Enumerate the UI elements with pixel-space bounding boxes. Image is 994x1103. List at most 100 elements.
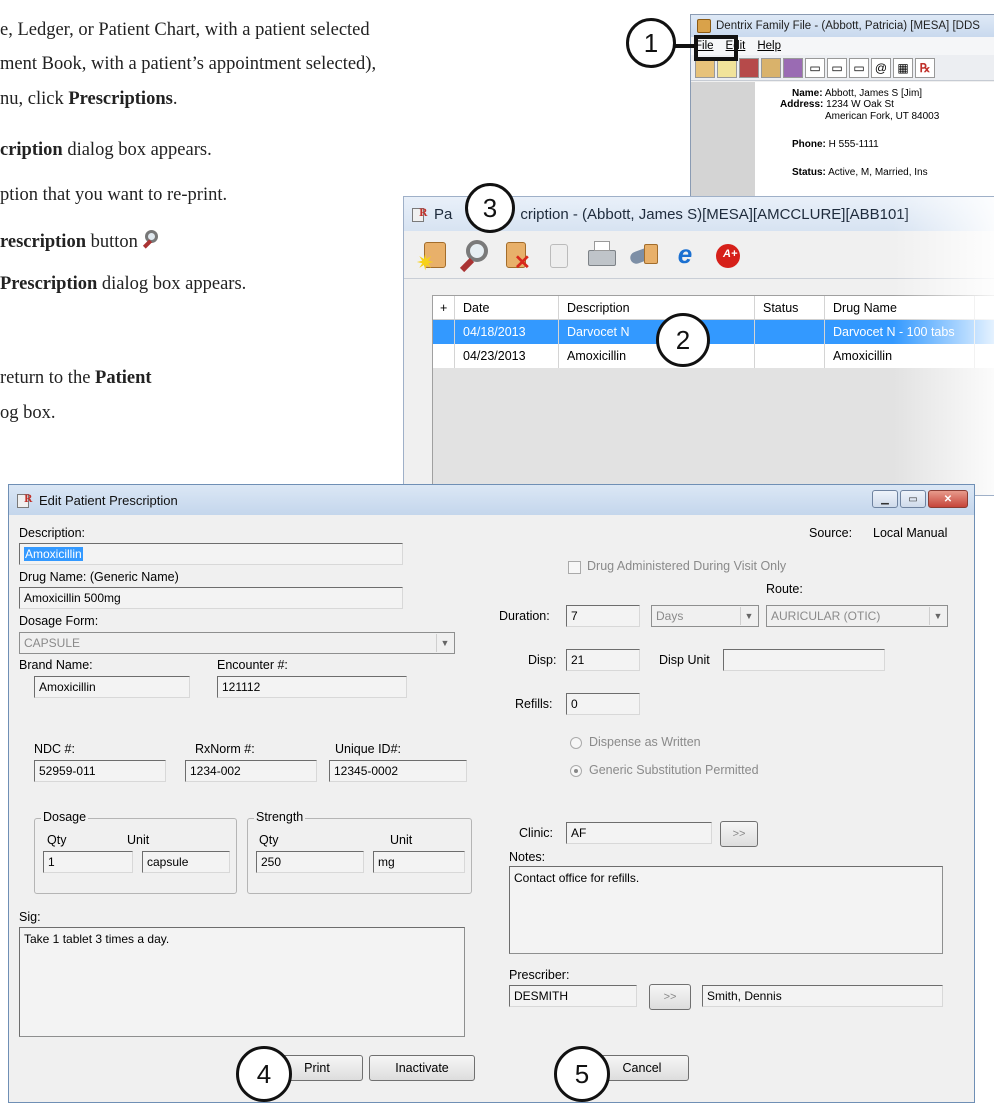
callout-5: 5 <box>554 1046 610 1102</box>
dosage-form-label: Dosage Form: <box>19 614 99 628</box>
prescription-icon <box>17 492 33 508</box>
duration-field[interactable]: 7 <box>566 605 640 627</box>
table-row[interactable]: 04/18/2013 Darvocet N Darvocet N - 100 t… <box>433 320 994 344</box>
instruction-line: rescription button <box>0 230 163 253</box>
prescription-grid: + Date Description Status Drug Name 04/1… <box>432 295 994 495</box>
strength-qty-label: Qty <box>259 833 279 847</box>
family-list-panel <box>691 82 755 213</box>
printer-icon[interactable] <box>586 238 616 272</box>
clinic-browse-button[interactable]: >> <box>720 821 758 847</box>
search-icon[interactable] <box>628 238 658 272</box>
dosage-qty-label: Qty <box>47 833 67 847</box>
status-column-header[interactable]: Status <box>755 296 825 319</box>
instruction-line: ment Book, with a patient’s appointment … <box>0 54 377 74</box>
card-icon[interactable]: ▭ <box>805 57 825 78</box>
strength-qty-field[interactable]: 250 <box>256 851 364 873</box>
grid-header: + Date Description Status Drug Name <box>433 296 994 320</box>
chevron-down-icon: ▼ <box>740 607 757 625</box>
grid-icon[interactable]: ▦ <box>893 57 913 78</box>
notes-textarea[interactable]: Contact office for refills. <box>509 866 943 954</box>
dosage-qty-field[interactable]: 1 <box>43 851 133 873</box>
dosage-form-select[interactable]: CAPSULE ▼ <box>19 632 455 654</box>
inactivate-button[interactable]: Inactivate <box>369 1055 475 1081</box>
internet-explorer-icon[interactable]: e <box>670 238 700 272</box>
edit-prescription-titlebar: Edit Patient Prescription ▁ ▭ ✕ <box>9 485 974 515</box>
prescriber-browse-button[interactable]: >> <box>649 984 691 1010</box>
minimize-button[interactable]: ▁ <box>872 490 898 508</box>
card-icon[interactable]: ▭ <box>827 57 847 78</box>
pencil-icon[interactable] <box>783 57 803 78</box>
encounter-field[interactable]: 121112 <box>217 676 407 698</box>
instruction-line: og box. <box>0 403 56 423</box>
disp-field[interactable]: 21 <box>566 649 640 671</box>
family-file-title: Dentrix Family File - (Abbott, Patricia)… <box>716 20 980 32</box>
description-field[interactable]: Amoxicillin <box>19 543 403 565</box>
card-icon[interactable]: ▭ <box>849 57 869 78</box>
row-status <box>755 320 825 344</box>
rxnorm-label: RxNorm #: <box>195 742 255 756</box>
strength-group-title: Strength <box>254 810 306 824</box>
prescriber-id-field[interactable]: DESMITH <box>509 985 637 1007</box>
description-label: Description: <box>19 526 85 540</box>
prescriber-name-field[interactable]: Smith, Dennis <box>702 985 943 1007</box>
instruction-line: ption that you want to re-print. <box>0 185 228 205</box>
drug-administered-checkbox[interactable] <box>568 561 581 574</box>
row-date: 04/23/2013 <box>455 344 559 368</box>
patient-info: Name: Abbott, James S [Jim] Address: 123… <box>755 82 994 213</box>
menu-help[interactable]: Help <box>757 40 781 52</box>
row-status <box>755 344 825 368</box>
drug-name-field[interactable]: Amoxicillin 500mg <box>19 587 403 609</box>
book-icon[interactable] <box>739 57 759 78</box>
maximize-button[interactable]: ▭ <box>900 490 926 508</box>
prescription-icon[interactable]: ℞ <box>915 57 935 78</box>
view-prescription-icon[interactable] <box>459 238 490 272</box>
strength-unit-field[interactable]: mg <box>373 851 465 873</box>
prescription-icon <box>412 206 428 222</box>
email-icon[interactable]: @ <box>871 57 891 78</box>
drug-administered-label: Drug Administered During Visit Only <box>587 559 787 573</box>
duration-unit-select[interactable]: Days ▼ <box>651 605 759 627</box>
sig-textarea[interactable]: Take 1 tablet 3 times a day. <box>19 927 465 1037</box>
unique-id-field[interactable]: 12345-0002 <box>329 760 467 782</box>
disp-unit-field[interactable] <box>723 649 885 671</box>
close-button[interactable]: ✕ <box>928 490 968 508</box>
ndc-field[interactable]: 52959-011 <box>34 760 166 782</box>
preview-icon <box>142 230 163 250</box>
window-controls: ▁ ▭ ✕ <box>872 490 968 508</box>
brand-name-field[interactable]: Amoxicillin <box>34 676 190 698</box>
date-column-header[interactable]: Date <box>455 296 559 319</box>
source-value: Local Manual <box>873 526 948 540</box>
apple-icon[interactable]: A+ <box>712 238 742 272</box>
row-date: 04/18/2013 <box>455 320 559 344</box>
patient-icon[interactable] <box>761 57 781 78</box>
route-select[interactable]: AURICULAR (OTIC) ▼ <box>766 605 948 627</box>
callout-3: 3 <box>465 183 515 233</box>
clinic-field[interactable]: AF <box>566 822 712 844</box>
edit-prescription-dialog: Edit Patient Prescription ▁ ▭ ✕ Descript… <box>8 484 975 1103</box>
file-menu-highlight <box>694 35 738 61</box>
drug-name-label: Drug Name: (Generic Name) <box>19 570 179 584</box>
source-label: Source: <box>809 526 853 540</box>
notes-label: Notes: <box>509 850 546 864</box>
expand-column-header[interactable]: + <box>433 296 455 319</box>
refills-label: Refills: <box>515 697 553 711</box>
delete-prescription-icon[interactable]: ✕ <box>502 238 532 274</box>
drug-name-column-header[interactable]: Drug Name <box>825 296 975 319</box>
route-label: Route: <box>766 582 803 596</box>
patient-name: Name: Abbott, James S [Jim] <box>792 88 923 99</box>
title-fragment: Pa <box>434 205 453 223</box>
refills-field[interactable]: 0 <box>566 693 640 715</box>
encounter-label: Encounter #: <box>217 658 288 672</box>
description-column-header[interactable]: Description <box>559 296 755 319</box>
unique-id-label: Unique ID#: <box>335 742 402 756</box>
rxnorm-field[interactable]: 1234-002 <box>185 760 317 782</box>
new-prescription-icon[interactable]: ✷ <box>416 238 448 275</box>
dosage-unit-field[interactable]: capsule <box>142 851 230 873</box>
instruction-line: Prescription dialog box appears. <box>0 274 247 294</box>
table-row[interactable]: 04/23/2013 Amoxicillin Amoxicillin <box>433 344 994 368</box>
bottle-icon[interactable] <box>544 238 574 272</box>
strength-unit-label: Unit <box>390 833 413 847</box>
family-file-titlebar: Dentrix Family File - (Abbott, Patricia)… <box>691 15 994 37</box>
generic-substitution-radio[interactable] <box>570 765 582 777</box>
dispense-as-written-radio[interactable] <box>570 737 582 749</box>
